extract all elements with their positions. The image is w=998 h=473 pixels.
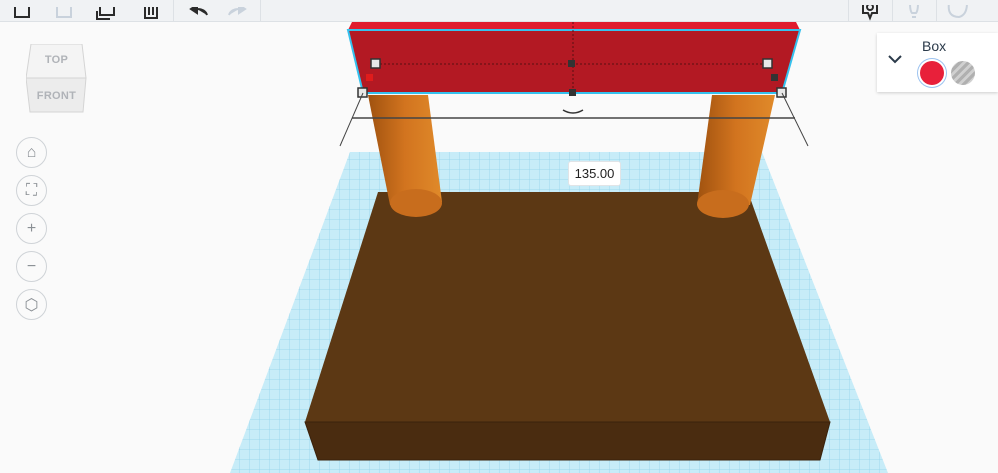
notes-button[interactable] (941, 0, 975, 21)
delete-icon (144, 7, 158, 19)
view-cube[interactable]: TOP FRONT (26, 44, 87, 114)
home-view-button[interactable]: ⌂ (16, 137, 47, 168)
shape-inspector: Box (877, 33, 998, 92)
toolbar (0, 0, 998, 22)
zoom-out-button[interactable]: − (16, 251, 47, 282)
paste-icon (56, 7, 72, 18)
plus-icon: + (26, 219, 37, 237)
hole-button[interactable] (951, 61, 975, 85)
show-all-icon (862, 5, 878, 21)
selected-box[interactable] (346, 22, 802, 98)
resize-handle[interactable] (771, 74, 778, 81)
resize-handle[interactable] (762, 58, 773, 69)
copy-button[interactable] (6, 0, 40, 21)
fit-icon: ⛶ (25, 181, 38, 199)
resize-handle[interactable] (569, 89, 576, 96)
fit-view-button[interactable]: ⛶ (16, 175, 47, 206)
cube-icon: ⬡ (24, 296, 39, 314)
base-block-front[interactable] (304, 421, 831, 461)
minus-icon: − (26, 257, 37, 275)
height-handle[interactable] (568, 60, 575, 67)
show-all-button[interactable] (853, 0, 887, 21)
resize-handle[interactable] (370, 58, 381, 69)
duplicate-icon (96, 7, 115, 20)
home-icon: ⌂ (26, 143, 37, 161)
duplicate-button[interactable] (90, 0, 124, 21)
view-cube-front[interactable]: FRONT (26, 90, 87, 102)
redo-button[interactable] (222, 0, 256, 21)
copy-icon (14, 7, 30, 18)
zoom-in-button[interactable]: + (16, 213, 47, 244)
solid-color-button[interactable] (920, 61, 944, 85)
speech-bubble-icon (947, 5, 968, 19)
undo-icon (189, 7, 208, 16)
light-bulb-button[interactable] (897, 0, 931, 21)
perspective-button[interactable]: ⬡ (16, 289, 47, 320)
shape-name: Box (922, 38, 947, 54)
rotate-handle[interactable] (562, 109, 584, 114)
undo-button[interactable] (180, 0, 214, 21)
resize-handle[interactable] (357, 87, 368, 98)
light-bulb-icon (909, 5, 919, 18)
view-cube-top[interactable]: TOP (26, 54, 87, 66)
dimension-input[interactable]: 135.00 (568, 161, 621, 186)
resize-handle[interactable] (366, 74, 373, 81)
base-block-top[interactable] (305, 192, 830, 422)
chevron-down-icon[interactable] (887, 53, 903, 65)
resize-handle[interactable] (776, 87, 787, 98)
workplane-scene[interactable] (0, 22, 998, 473)
paste-button[interactable] (46, 0, 80, 21)
redo-icon (228, 7, 247, 16)
delete-button[interactable] (134, 0, 168, 21)
